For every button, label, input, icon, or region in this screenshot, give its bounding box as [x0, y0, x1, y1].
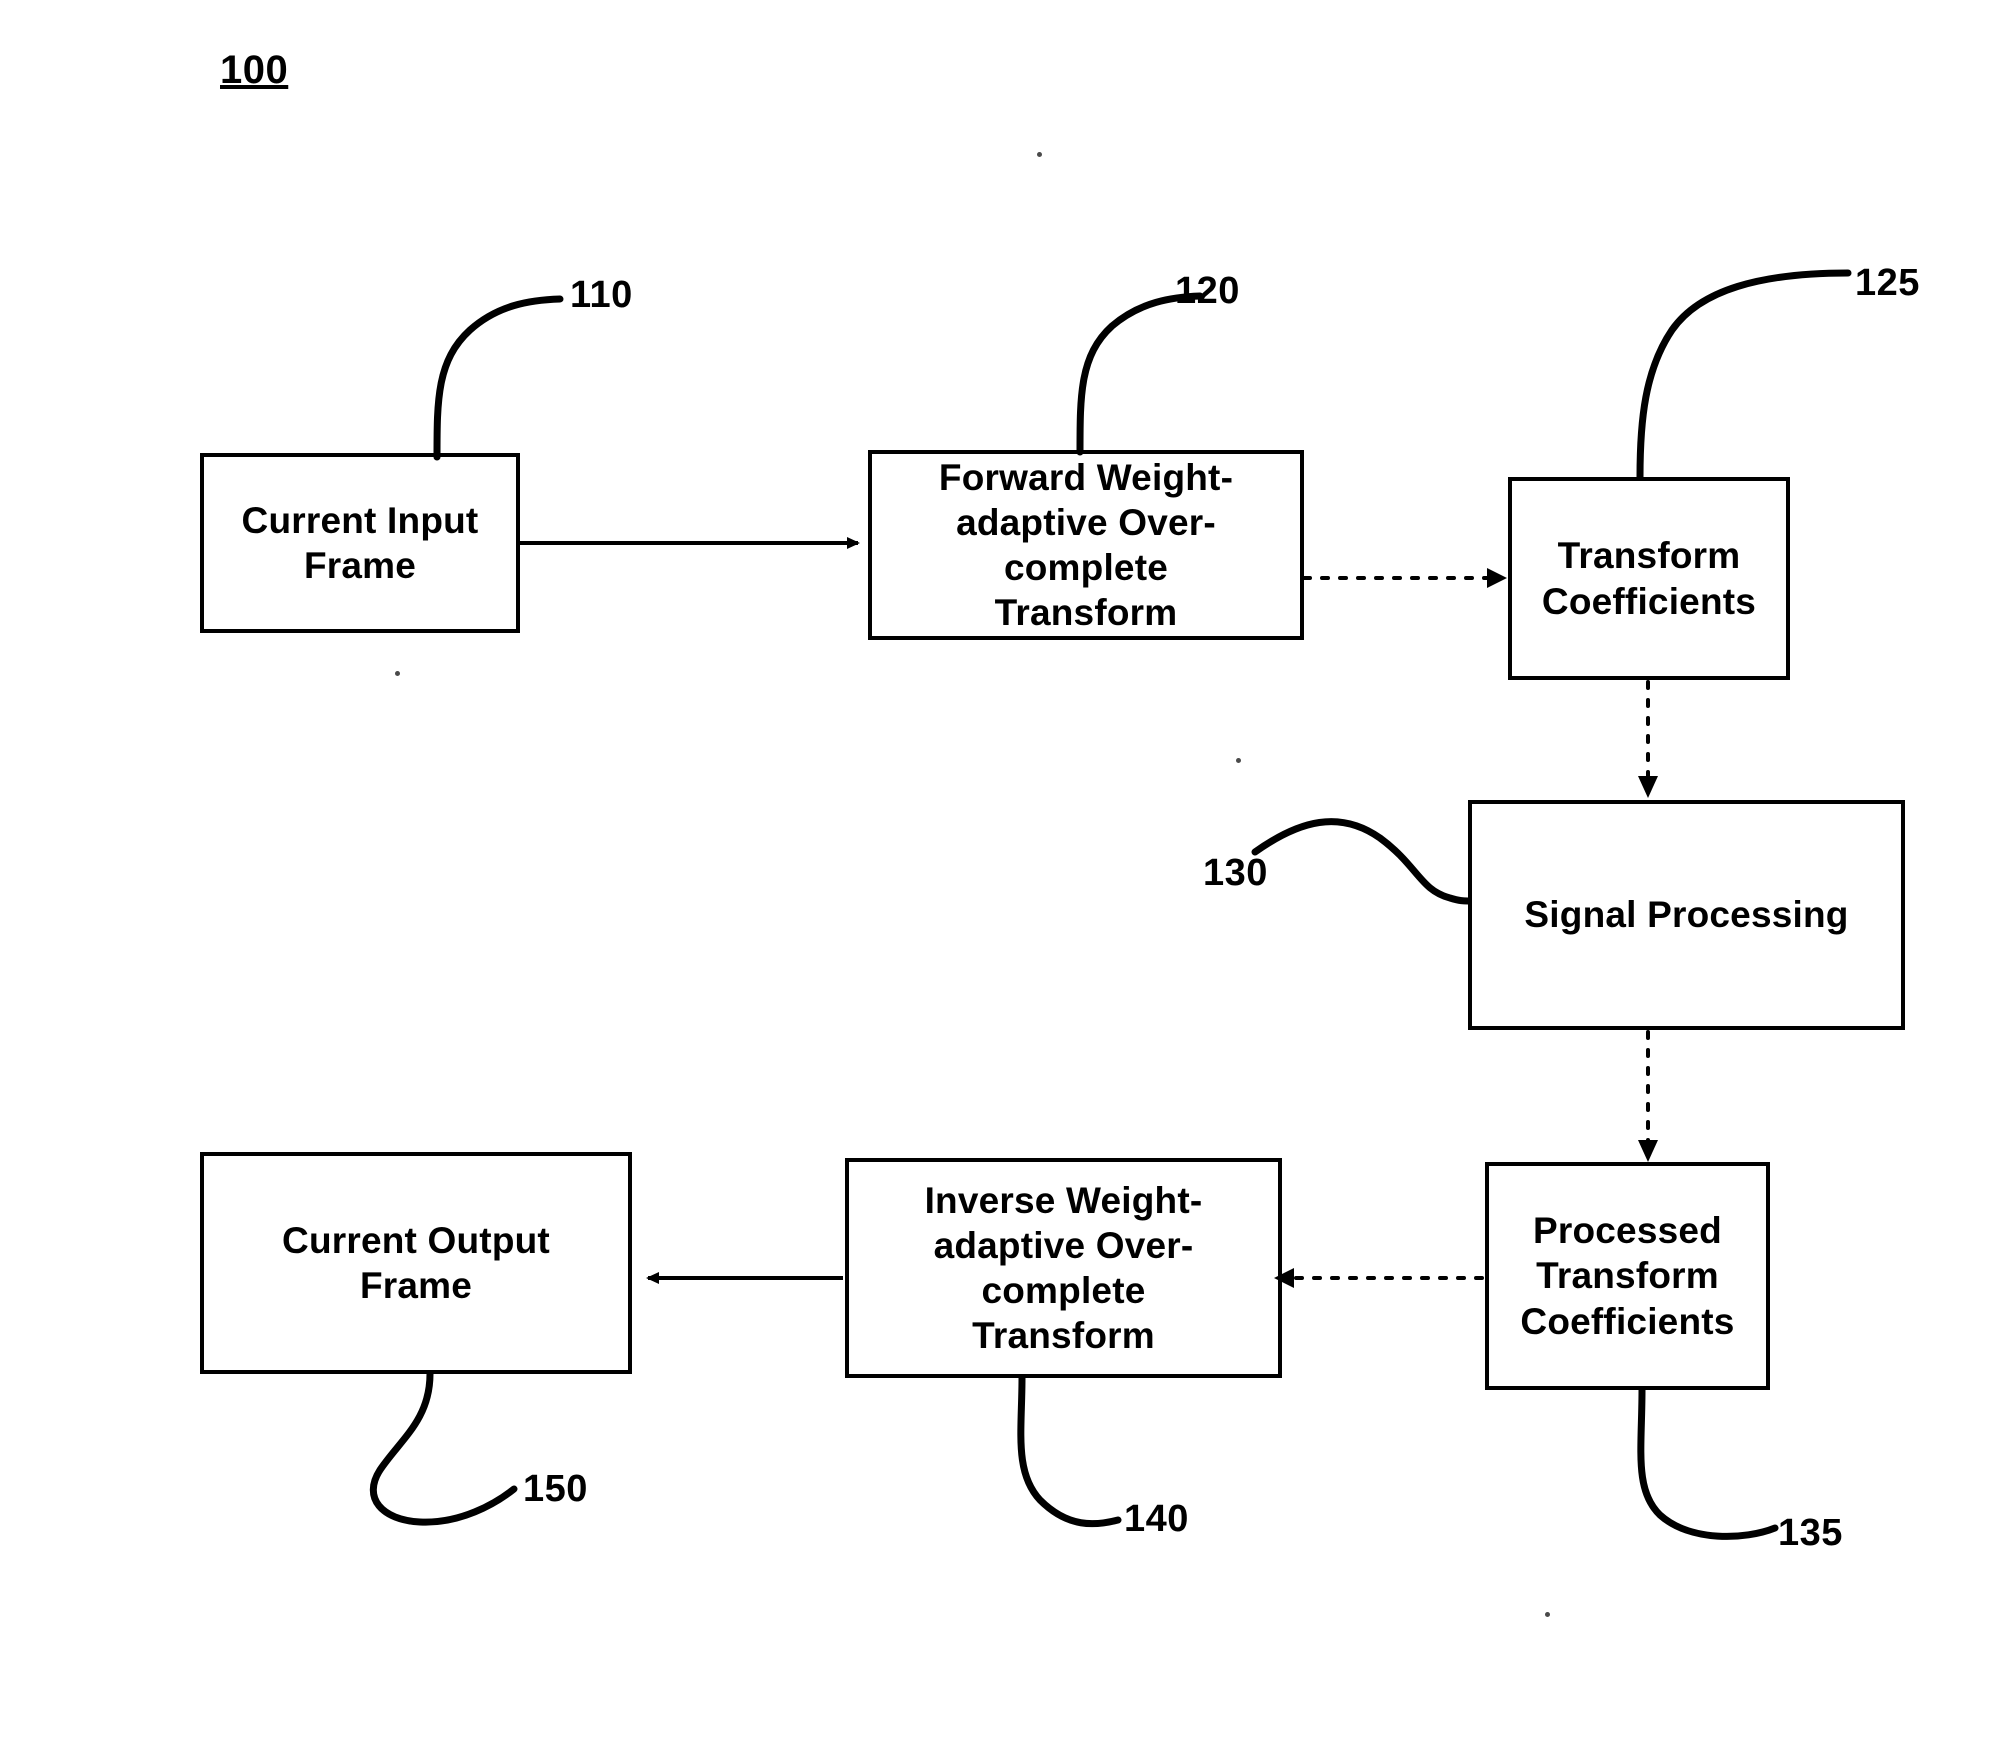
ref-numeral-130: 130 — [1203, 852, 1268, 894]
leader-120 — [1076, 292, 1204, 456]
node-current-output-frame[interactable]: Current Output Frame — [200, 1152, 632, 1374]
ref-numeral-125: 125 — [1855, 262, 1920, 304]
connector-processed-to-inverse — [1274, 1268, 1484, 1288]
node-label-processed-transform-coefficients: Processed Transform Coefficients — [1520, 1210, 1735, 1342]
connector-signal-processing-to-processed — [1638, 1030, 1658, 1162]
figure-canvas: 100 Current Input Frame Forward Weight- … — [0, 0, 1996, 1754]
leader-150 — [369, 1370, 518, 1526]
ref-numeral-150: 150 — [523, 1468, 588, 1510]
leader-135 — [1637, 1386, 1779, 1540]
node-label-signal-processing: Signal Processing — [1524, 894, 1849, 936]
leader-110 — [433, 295, 564, 461]
ref-numeral-120: 120 — [1175, 270, 1240, 312]
scan-speck — [1236, 758, 1241, 763]
node-label-transform-coefficients: Transform Coefficients — [1541, 535, 1757, 622]
node-label-forward-transform: Forward Weight- adaptive Over- complete … — [938, 456, 1234, 634]
node-signal-processing[interactable]: Signal Processing — [1468, 800, 1905, 1030]
scan-speck — [1037, 152, 1042, 157]
scan-speck — [1545, 1612, 1550, 1617]
node-processed-transform-coefficients[interactable]: Processed Transform Coefficients — [1485, 1162, 1770, 1390]
connector-forward-to-coefficients — [1302, 568, 1507, 588]
leader-140 — [1017, 1374, 1122, 1528]
connector-coefficients-to-signal-processing — [1638, 680, 1658, 798]
node-label-inverse-transform: Inverse Weight- adaptive Over- complete … — [924, 1179, 1203, 1357]
ref-numeral-110: 110 — [570, 274, 633, 316]
node-inverse-transform[interactable]: Inverse Weight- adaptive Over- complete … — [845, 1158, 1282, 1378]
ref-numeral-135: 135 — [1778, 1512, 1843, 1554]
leader-130 — [1251, 818, 1472, 905]
leader-125 — [1636, 269, 1852, 481]
scan-speck — [395, 671, 400, 676]
node-transform-coefficients[interactable]: Transform Coefficients — [1508, 477, 1790, 680]
node-label-current-input-frame: Current Input Frame — [241, 499, 479, 586]
node-forward-transform[interactable]: Forward Weight- adaptive Over- complete … — [868, 450, 1304, 640]
ref-numeral-140: 140 — [1124, 1498, 1189, 1540]
node-label-current-output-frame: Current Output Frame — [282, 1219, 550, 1306]
node-current-input-frame[interactable]: Current Input Frame — [200, 453, 520, 633]
figure-number: 100 — [220, 48, 289, 92]
